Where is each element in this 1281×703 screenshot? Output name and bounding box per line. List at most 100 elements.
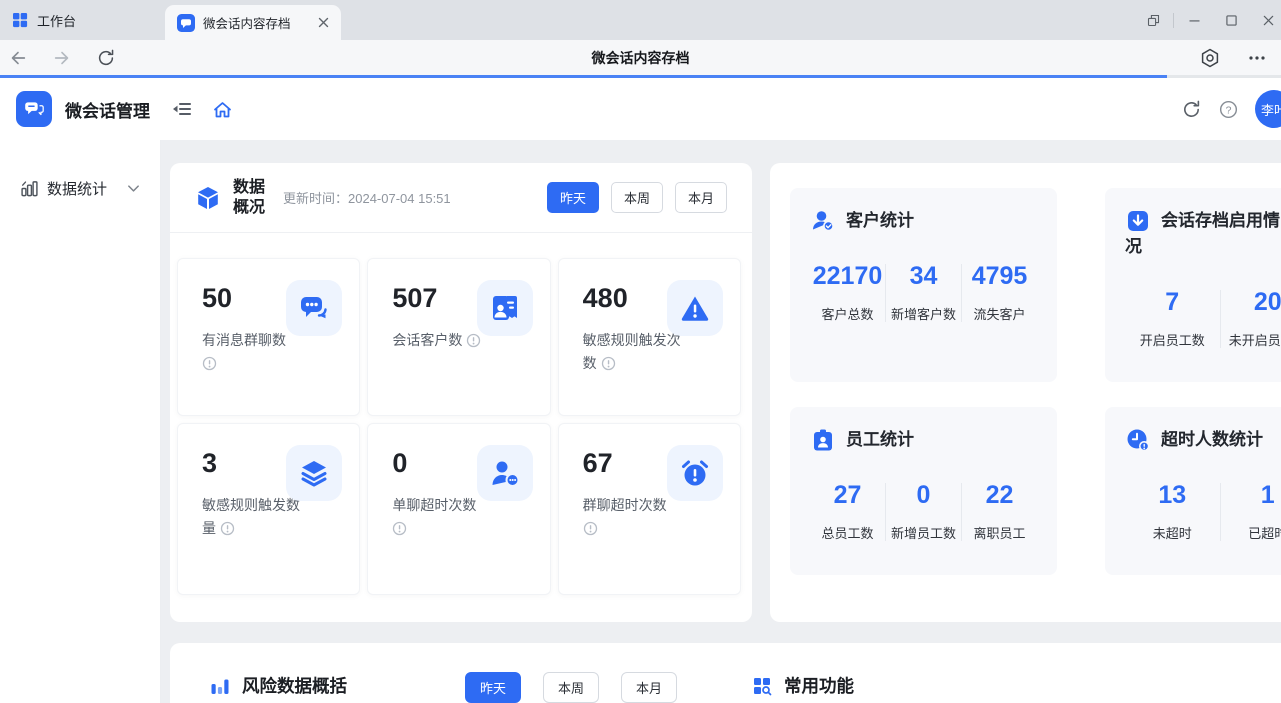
overview-title: 数据概况 [233,178,269,218]
stat-label: 有消息群聊数 [202,329,302,375]
quick-section-header: 常用功能 [752,673,854,698]
app-logo-chat-icon [16,91,52,127]
chat-bubbles-icon [286,280,342,336]
window-restore-icon[interactable] [1144,11,1162,29]
stat-card-group-chat-timeout: 67 群聊超时次数 [558,423,741,595]
metric: 13 未超时 [1125,481,1220,542]
info-icon[interactable] [392,521,407,536]
risk-filter-month-button[interactable]: 本月 [621,672,677,703]
customer-check-icon [810,208,836,234]
help-icon[interactable]: ? [1218,99,1239,120]
metric: 22170 客户总数 [810,262,885,323]
alarm-icon [667,445,723,501]
overview-updated-time: 更新时间：2024-07-04 15:51 [283,188,451,207]
chat-app-icon [177,14,195,32]
bar-chart-icon [20,179,39,198]
person-chat-icon [477,445,533,501]
metric: 0 新增员工数 [886,481,961,542]
archive-enabled-card: 会话存档启用情况 7 开启员工数 20 未开启员工数 [1105,188,1281,382]
metric: 34 新增客户数 [886,262,961,323]
page-title: 微会话内容存档 [0,40,1281,75]
info-icon[interactable] [202,356,217,371]
layers-icon [286,445,342,501]
timeout-metrics: 13 未超时 1 已超时 [1125,481,1281,542]
collapse-menu-icon[interactable] [172,99,192,119]
metric: 7 开启员工数 [1125,288,1220,349]
warning-triangle-icon [667,280,723,336]
employee-badge-icon [810,427,836,453]
window-maximize-icon[interactable] [1222,11,1240,29]
overview-header: 数据概况 更新时间：2024-07-04 15:51 昨天 本周 本月 [170,163,752,233]
clock-alert-icon [1125,427,1151,453]
metric: 1 已超时 [1221,481,1281,542]
filter-week-button[interactable]: 本周 [611,182,663,213]
window-minimize-icon[interactable] [1185,11,1203,29]
main-content: 数据概况 更新时间：2024-07-04 15:51 昨天 本周 本月 50 有… [160,140,1281,703]
tab-close-icon[interactable] [318,17,329,28]
tab-title: 微会话内容存档 [203,13,291,32]
statistics-panel: 客户统计 22170 客户总数 34 新增客户数 4795 流失客户 [770,163,1281,622]
employee-metrics: 27 总员工数 0 新增员工数 22 离职员工 [810,481,1037,542]
archive-enabled-header: 会话存档启用情况 [1125,208,1281,260]
info-icon[interactable] [583,521,598,536]
risk-filter-week-button[interactable]: 本周 [543,672,599,703]
info-icon[interactable] [466,333,481,348]
refresh-icon[interactable] [1181,99,1202,120]
tab-archive[interactable]: 微会话内容存档 [165,5,341,40]
filter-yesterday-button[interactable]: 昨天 [547,182,599,213]
bottom-sections: 风险数据概括 昨天 本周 本月 常用功能 [170,643,1281,703]
risk-bar-chart-icon [210,676,230,696]
chevron-down-icon[interactable] [126,181,141,196]
home-icon[interactable] [212,99,233,120]
metric: 4795 流失客户 [962,262,1037,323]
metric: 22 离职员工 [962,481,1037,542]
more-menu-icon[interactable] [1247,48,1267,68]
sidebar: 数据统计 [0,140,160,703]
archive-download-icon [1125,208,1151,234]
archive-metrics: 7 开启员工数 20 未开启员工数 [1125,288,1281,349]
customer-stats-card: 客户统计 22170 客户总数 34 新增客户数 4795 流失客户 [790,188,1057,382]
window-close-icon[interactable] [1259,11,1277,29]
overview-cards: 50 有消息群聊数 507 会话客户数 480 敏感规则触发次数 [170,233,752,595]
svg-text:?: ? [1226,104,1232,116]
stat-card-single-chat-timeout: 0 单聊超时次数 [367,423,550,595]
timeout-stats-card: 超时人数统计 13 未超时 1 已超时 [1105,407,1281,575]
metric: 27 总员工数 [810,481,885,542]
contact-card-icon [477,280,533,336]
sidebar-item-data-stats[interactable]: 数据统计 [0,172,160,204]
window-controls [1144,0,1281,40]
filter-month-button[interactable]: 本月 [675,182,727,213]
stat-card-session-customers: 507 会话客户数 [367,258,550,416]
employee-stats-card: 员工统计 27 总员工数 0 新增员工数 22 离职员工 [790,407,1057,575]
risk-filters: 昨天 本周 本月 [465,672,677,703]
stat-label: 敏感规则触发数量 [202,494,302,540]
metric: 20 未开启员工数 [1221,288,1281,349]
stat-label: 会话客户数 [392,329,492,352]
window-titlebar: 工作台 微会话内容存档 [0,0,1281,40]
quick-section-title: 常用功能 [784,673,854,698]
stat-card-sensitive-triggers: 480 敏感规则触发次数 [558,258,741,416]
employee-stats-header: 员工统计 [810,427,1037,453]
stat-label: 敏感规则触发次数 [583,329,683,375]
stat-label: 单聊超时次数 [392,494,492,540]
stat-label: 群聊超时次数 [583,494,683,540]
stat-card-group-chats: 50 有消息群聊数 [177,258,360,416]
info-icon[interactable] [220,521,235,536]
workbench-label: 工作台 [37,11,76,30]
customer-stats-header: 客户统计 [810,208,1037,234]
sidebar-item-label: 数据统计 [47,178,107,199]
settings-icon[interactable] [1199,47,1221,69]
browser-navbar: 微会话内容存档 [0,40,1281,78]
risk-section-header: 风险数据概括 [210,673,347,698]
avatar[interactable]: 李叶 [1255,90,1281,128]
risk-section-title: 风险数据概括 [242,673,347,698]
cube-icon [195,185,221,211]
quick-grid-search-icon [752,676,772,696]
info-icon[interactable] [601,356,616,371]
stat-card-sensitive-rules: 3 敏感规则触发数量 [177,423,360,595]
timeout-stats-header: 超时人数统计 [1125,427,1281,453]
risk-filter-yesterday-button[interactable]: 昨天 [465,672,521,703]
workbench-button[interactable]: 工作台 [12,0,76,40]
app-header: 微会话管理 ? 李叶 [0,78,1281,140]
workbench-grid-icon [12,12,28,28]
